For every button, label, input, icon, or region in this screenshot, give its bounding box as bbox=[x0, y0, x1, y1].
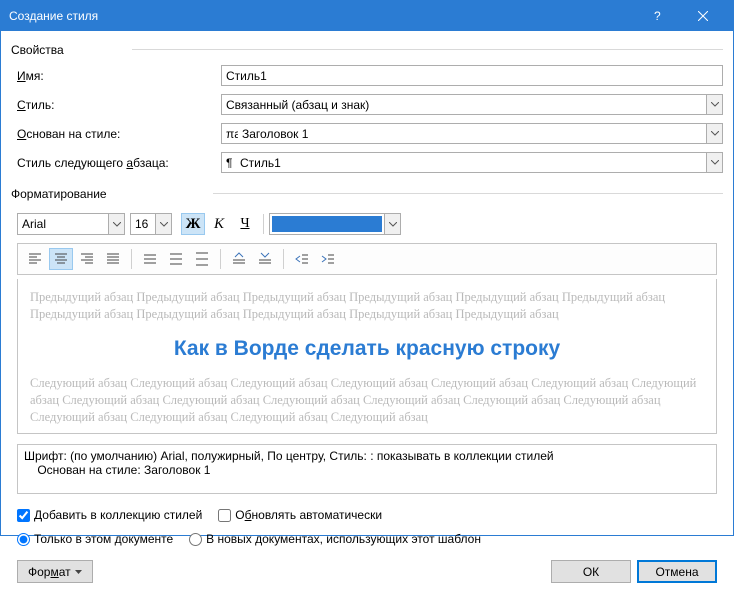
style-type-label: Стиль: bbox=[17, 98, 221, 112]
close-button[interactable] bbox=[680, 1, 725, 31]
align-right-button[interactable] bbox=[75, 248, 99, 270]
indent-decrease-button[interactable] bbox=[290, 248, 314, 270]
line-spacing-15-button[interactable] bbox=[164, 248, 188, 270]
chevron-down-icon[interactable] bbox=[706, 123, 723, 144]
chevron-down-icon[interactable] bbox=[155, 214, 171, 234]
name-input[interactable] bbox=[221, 65, 723, 86]
based-on-select[interactable]: πaЗаголовок 1 bbox=[221, 123, 723, 144]
help-button[interactable]: ? bbox=[635, 1, 680, 31]
font-color-combo[interactable] bbox=[269, 213, 401, 235]
only-this-doc-radio[interactable]: Только в этом документе bbox=[17, 532, 173, 546]
preview-sample-text: Как в Ворде сделать красную строку bbox=[30, 337, 704, 361]
chevron-down-icon[interactable] bbox=[108, 214, 124, 234]
style-type-select[interactable]: Связанный (абзац и знак) bbox=[221, 94, 723, 115]
chevron-down-icon[interactable] bbox=[384, 214, 400, 234]
name-label: Имя: bbox=[17, 69, 221, 83]
format-button[interactable]: Формат bbox=[17, 560, 93, 583]
preview-pane: Предыдущий абзац Предыдущий абзац Предыд… bbox=[17, 279, 717, 434]
align-left-button[interactable] bbox=[23, 248, 47, 270]
svg-text:?: ? bbox=[654, 10, 661, 22]
space-before-dec-button[interactable] bbox=[253, 248, 277, 270]
based-on-label: Основан на стиле: bbox=[17, 127, 221, 141]
preview-prev-text: Предыдущий абзац Предыдущий абзац Предыд… bbox=[30, 289, 704, 323]
line-spacing-1-button[interactable] bbox=[138, 248, 162, 270]
underline-button[interactable]: Ч bbox=[233, 213, 257, 235]
chevron-down-icon[interactable] bbox=[706, 152, 723, 173]
next-style-label: Стиль следующего абзаца: bbox=[17, 156, 221, 170]
formatting-label: Форматирование bbox=[11, 187, 107, 201]
ok-button[interactable]: ОК bbox=[551, 560, 631, 583]
title-bar: Создание стиля ? bbox=[1, 1, 733, 31]
auto-update-checkbox[interactable]: Обновлять автоматически bbox=[218, 508, 382, 522]
paragraph-toolbar bbox=[17, 243, 717, 275]
style-description: Шрифт: (по умолчанию) Arial, полужирный,… bbox=[17, 444, 717, 494]
new-docs-radio[interactable]: В новых документах, использующих этот ша… bbox=[189, 532, 481, 546]
svg-text:πa: πa bbox=[226, 129, 238, 139]
line-spacing-2-button[interactable] bbox=[190, 248, 214, 270]
font-name-combo[interactable]: Arial bbox=[17, 213, 125, 235]
paragraph-icon: πa bbox=[226, 129, 238, 139]
cancel-button[interactable]: Отмена bbox=[637, 560, 717, 583]
italic-button[interactable]: К bbox=[207, 213, 231, 235]
space-before-inc-button[interactable] bbox=[227, 248, 251, 270]
window-title: Создание стиля bbox=[9, 9, 635, 23]
indent-increase-button[interactable] bbox=[316, 248, 340, 270]
next-style-select[interactable]: ¶Стиль1 bbox=[221, 152, 723, 173]
preview-next-text: Следующий абзац Следующий абзац Следующи… bbox=[30, 375, 704, 426]
properties-label: Свойства bbox=[11, 43, 64, 57]
align-center-button[interactable] bbox=[49, 248, 73, 270]
svg-text:¶: ¶ bbox=[226, 158, 232, 168]
add-to-gallery-checkbox[interactable]: Добавить в коллекцию стилей bbox=[17, 508, 202, 522]
caret-down-icon bbox=[75, 570, 82, 574]
align-justify-button[interactable] bbox=[101, 248, 125, 270]
font-size-combo[interactable]: 16 bbox=[130, 213, 172, 235]
chevron-down-icon[interactable] bbox=[706, 94, 723, 115]
bold-button[interactable]: Ж bbox=[181, 213, 205, 235]
pilcrow-icon: ¶ bbox=[226, 158, 236, 168]
